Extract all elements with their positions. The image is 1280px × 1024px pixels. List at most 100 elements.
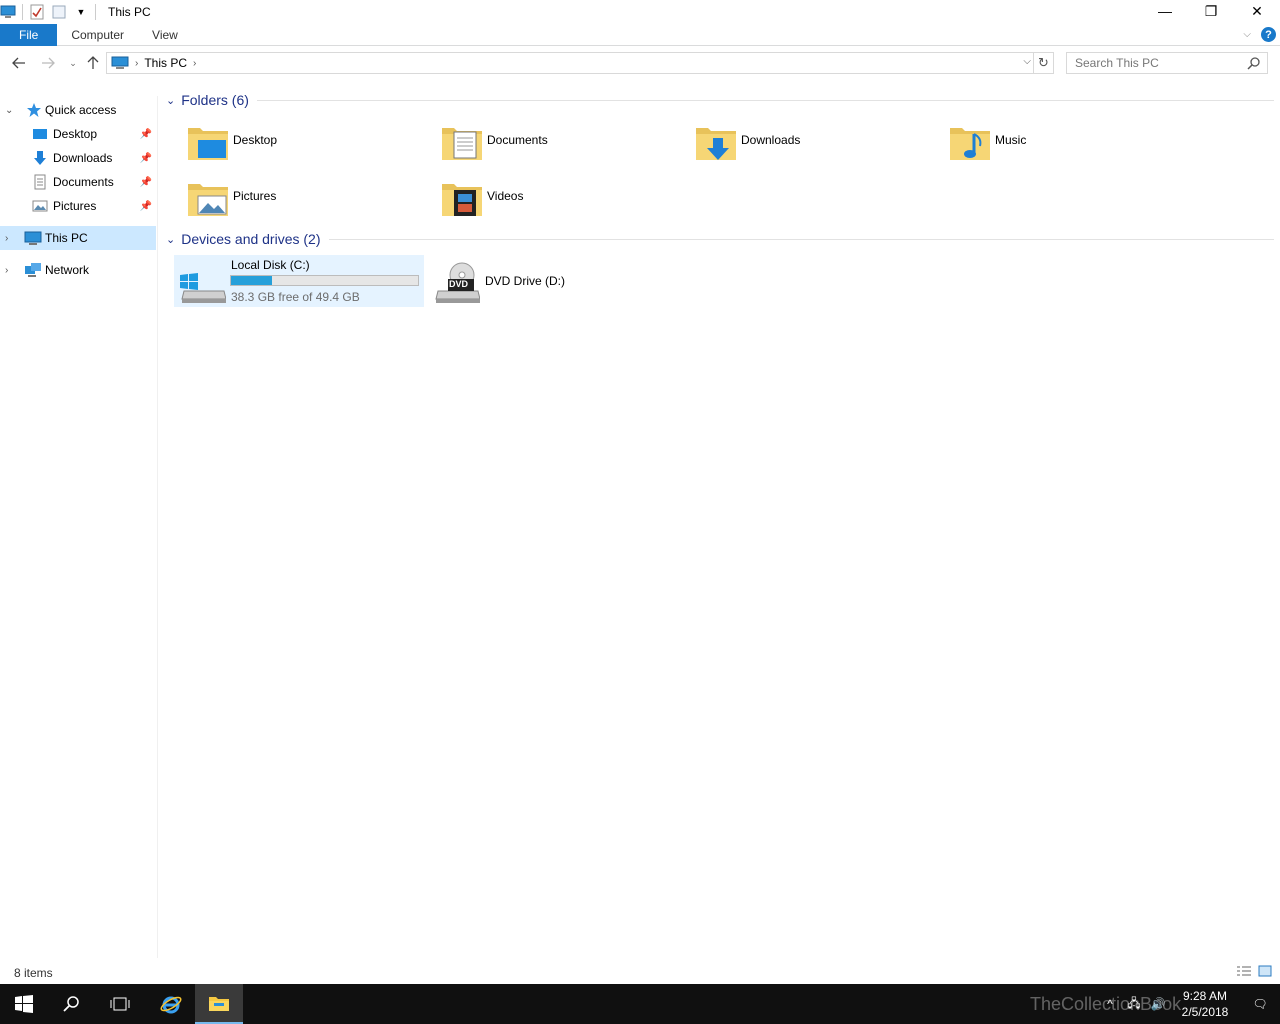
close-button[interactable]: ✕ xyxy=(1234,0,1280,22)
file-explorer-button[interactable] xyxy=(195,984,243,1024)
internet-explorer-button[interactable] xyxy=(147,984,195,1024)
computer-icon xyxy=(24,231,42,245)
computer-icon[interactable] xyxy=(0,4,16,20)
drive-dvd-d[interactable]: DVD DVD Drive (D:) xyxy=(428,255,678,307)
content-pane: ⌄ Folders (6) Desktop Documents Download… xyxy=(160,88,1280,958)
nav-this-pc[interactable]: › This PC xyxy=(0,226,156,250)
computer-icon xyxy=(111,56,129,69)
desktop-folder-icon xyxy=(188,128,228,160)
nav-documents[interactable]: Documents 📌 xyxy=(0,170,156,194)
drive-local-disk-c[interactable]: Local Disk (C:) 38.3 GB free of 49.4 GB xyxy=(174,255,424,307)
download-arrow-icon xyxy=(34,151,46,165)
search-icon xyxy=(1247,57,1260,70)
internet-explorer-icon xyxy=(160,996,182,1014)
breadcrumb-chevron-icon[interactable]: › xyxy=(135,58,138,69)
folder-desktop[interactable]: Desktop xyxy=(162,114,412,166)
clock[interactable]: 9:28 AM 2/5/2018 xyxy=(1170,988,1240,1020)
network-icon xyxy=(25,263,41,277)
restore-button[interactable]: ❐ xyxy=(1188,0,1234,22)
folders-group-header[interactable]: ⌄ Folders (6) xyxy=(164,89,1274,111)
task-view-button[interactable] xyxy=(96,984,144,1024)
refresh-button[interactable]: ↻ xyxy=(1034,52,1054,74)
folder-downloads[interactable]: Downloads xyxy=(670,114,920,166)
breadcrumb-chevron-icon[interactable]: › xyxy=(193,58,196,69)
drives-group-header[interactable]: ⌄ Devices and drives (2) xyxy=(164,228,1274,250)
downloads-folder-icon xyxy=(696,128,736,160)
arrow-right-icon xyxy=(42,57,55,69)
details-view-icon[interactable] xyxy=(1236,965,1252,977)
collapsed-chevron-icon[interactable]: › xyxy=(5,265,8,276)
nav-quick-access[interactable]: ⌄ Quick access xyxy=(0,98,156,122)
windows-drive-icon xyxy=(180,273,226,303)
start-button[interactable] xyxy=(0,984,48,1024)
quick-access-toolbar: ▼ xyxy=(0,0,102,24)
status-bar: 8 items xyxy=(0,962,1280,984)
toolbar-divider xyxy=(22,4,23,20)
videos-folder-icon xyxy=(442,184,482,216)
group-collapse-chevron-icon[interactable]: ⌄ xyxy=(166,94,175,107)
tray-overflow-icon[interactable]: ^ xyxy=(1098,997,1122,1011)
pictures-folder-icon xyxy=(188,184,228,216)
forward-button[interactable] xyxy=(37,52,59,74)
tab-view[interactable]: View xyxy=(138,24,192,46)
ribbon-tabs: File Computer View ⌵ ? xyxy=(0,23,1280,46)
search-icon xyxy=(63,996,79,1012)
volume-icon[interactable]: 🔊 xyxy=(1146,997,1170,1011)
address-dropdown-icon[interactable]: ⌵ xyxy=(1023,56,1031,67)
picture-icon xyxy=(32,200,48,212)
item-count: 8 items xyxy=(14,966,53,980)
search-button[interactable] xyxy=(48,984,96,1024)
windows-logo-icon xyxy=(15,995,33,1013)
address-bar[interactable]: › This PC › ⌵ xyxy=(106,52,1034,74)
dvd-badge: DVD xyxy=(449,279,469,289)
tab-file[interactable]: File xyxy=(0,23,58,46)
nav-pictures[interactable]: Pictures 📌 xyxy=(0,194,156,218)
desktop-icon xyxy=(33,129,47,139)
back-button[interactable] xyxy=(8,52,30,74)
large-icons-view-icon[interactable] xyxy=(1258,965,1272,977)
folder-documents[interactable]: Documents xyxy=(416,114,666,166)
new-folder-icon[interactable] xyxy=(51,4,67,20)
folder-videos[interactable]: Videos xyxy=(416,170,666,222)
breadcrumb-this-pc[interactable]: This PC xyxy=(144,56,187,70)
group-collapse-chevron-icon[interactable]: ⌄ xyxy=(166,233,175,246)
group-divider xyxy=(328,238,1274,240)
search-input[interactable]: Search This PC xyxy=(1075,56,1159,70)
expand-ribbon-icon[interactable]: ⌵ xyxy=(1243,29,1251,40)
documents-folder-icon xyxy=(442,128,482,160)
clock-date: 2/5/2018 xyxy=(1181,1005,1229,1019)
action-center-icon[interactable]: 🗨 xyxy=(1240,997,1280,1011)
pin-icon: 📌 xyxy=(139,176,152,188)
pin-icon: 📌 xyxy=(139,128,152,140)
nav-network[interactable]: › Network xyxy=(0,258,156,282)
search-box[interactable]: Search This PC xyxy=(1066,52,1268,74)
tab-computer[interactable]: Computer xyxy=(57,24,138,46)
group-divider xyxy=(256,99,1274,101)
taskbar: TheCollectionBook ^ 🖧 🔊 9:28 AM 2/5/2018… xyxy=(0,984,1280,1024)
pin-icon: 📌 xyxy=(139,200,152,212)
title-bar: ▼ This PC — ❐ ✕ xyxy=(0,0,1280,24)
expanded-chevron-icon[interactable]: ⌄ xyxy=(5,105,13,116)
chevron-down-icon[interactable]: ▼ xyxy=(73,4,89,20)
star-icon xyxy=(27,103,41,117)
help-button[interactable]: ? xyxy=(1261,27,1276,42)
minimize-button[interactable]: — xyxy=(1142,0,1188,22)
pin-icon: 📌 xyxy=(139,152,152,164)
properties-icon[interactable] xyxy=(29,4,45,20)
file-explorer-icon xyxy=(209,997,229,1011)
recent-locations-button[interactable]: ⌄ xyxy=(62,52,84,74)
nav-downloads[interactable]: Downloads 📌 xyxy=(0,146,156,170)
arrow-left-icon xyxy=(12,57,25,69)
collapsed-chevron-icon[interactable]: › xyxy=(5,233,8,244)
up-button[interactable] xyxy=(82,52,104,74)
nav-desktop[interactable]: Desktop 📌 xyxy=(0,122,156,146)
network-tray-icon[interactable]: 🖧 xyxy=(1122,994,1146,1015)
folder-music[interactable]: Music xyxy=(924,114,1174,166)
arrow-up-icon xyxy=(87,56,99,69)
system-tray: ^ 🖧 🔊 9:28 AM 2/5/2018 🗨 xyxy=(1098,984,1280,1024)
document-icon xyxy=(34,174,46,190)
address-row: ⌄ › This PC › ⌵ ↻ Search This PC xyxy=(0,50,1280,76)
drive-usage-bar xyxy=(230,275,419,286)
navigation-pane: ⌄ Quick access Desktop 📌 Downloads 📌 Doc… xyxy=(0,96,158,958)
folder-pictures[interactable]: Pictures xyxy=(162,170,412,222)
